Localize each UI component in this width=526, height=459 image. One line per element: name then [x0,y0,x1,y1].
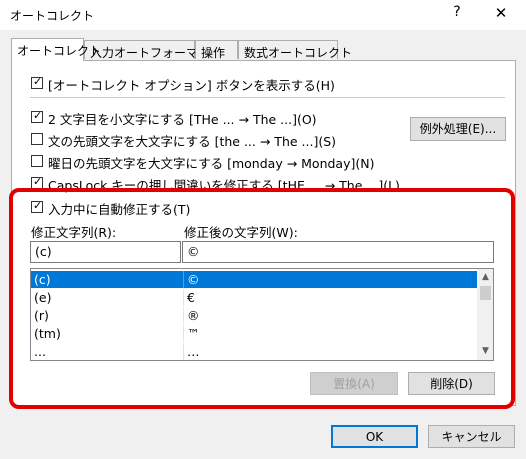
separator [30,97,505,98]
two-initial-caps-checkbox[interactable]: ✓ [31,109,43,123]
capitalize-day-names-checkbox[interactable] [31,155,43,167]
cancel-button[interactable]: キャンセル [428,425,515,448]
window-title: オートコレクト [10,9,95,23]
check-icon: ✓ [33,109,43,122]
help-icon[interactable]: ? [449,4,465,24]
tab-autocorrect[interactable]: オートコレクト [11,38,101,61]
tab-math-autocorrect[interactable]: 数式オートコレクト [238,40,352,60]
check-icon: ✓ [33,75,43,88]
two-initial-caps-label: 2 文字目を小文字にする [THe ... → The ...](O) [48,112,317,127]
close-icon[interactable]: ✕ [492,4,510,24]
capitalize-day-names-label: 曜日の先頭文字を大文字にする [monday → Monday](N) [48,156,375,171]
tab-actions[interactable]: 操作 [195,40,238,60]
capitalize-sentence-checkbox[interactable] [31,133,43,145]
capitalize-sentence-label: 文の先頭文字を大文字にする [the ... → The ...](S) [48,134,337,149]
show-buttons-checkbox[interactable]: ✓ [31,75,43,89]
exceptions-button[interactable]: 例外処理(E)... [410,117,506,141]
highlight-box [9,188,515,409]
ok-button[interactable]: OK [331,425,418,448]
show-buttons-label: [オートコレクト オプション] ボタンを表示する(H) [48,78,335,93]
check-icon: ✓ [33,175,43,188]
